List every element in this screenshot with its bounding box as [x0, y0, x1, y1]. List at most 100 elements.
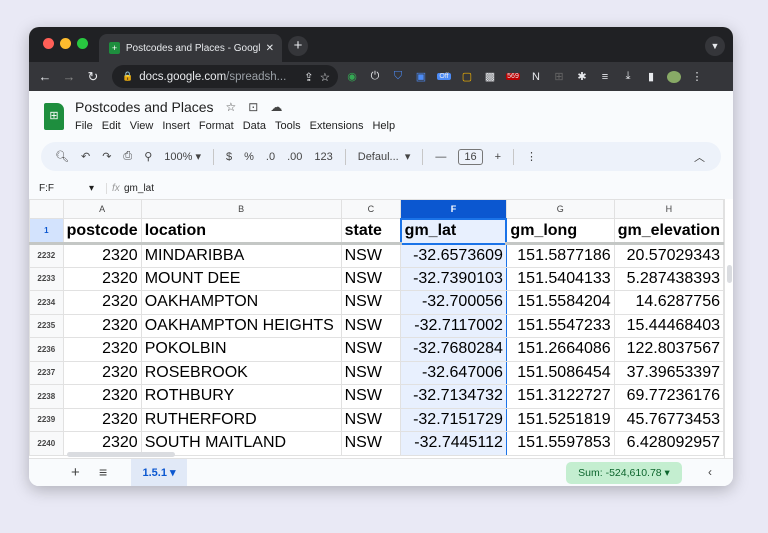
cell-postcode[interactable]: 2320 — [62, 313, 142, 338]
close-tab-icon[interactable]: ✕ — [266, 43, 274, 54]
row-header[interactable]: 2237 — [29, 360, 64, 385]
cell-state[interactable]: NSW — [340, 337, 402, 362]
scrollbar-thumb[interactable] — [67, 452, 175, 457]
percent-format-button[interactable]: % — [244, 151, 254, 163]
cell-location[interactable]: ROTHBURY — [140, 384, 342, 409]
maximize-window-button[interactable] — [77, 38, 88, 49]
search-icon[interactable]: 🔍︎ — [55, 150, 69, 163]
cell-postcode[interactable]: 2320 — [62, 337, 142, 362]
side-panel-icon[interactable]: ▮ — [644, 70, 658, 83]
zoom-select[interactable]: 100% ▾ — [164, 150, 201, 163]
star-icon[interactable]: ☆ — [226, 100, 237, 114]
cell-gm-lat[interactable]: -32.7117002 — [400, 313, 507, 338]
font-size-input[interactable]: 16 — [458, 148, 483, 165]
cell-postcode[interactable]: 2320 — [62, 407, 142, 432]
menu-extensions[interactable]: Extensions — [310, 120, 364, 132]
cell-gm-long[interactable]: 151.5877186 — [505, 243, 615, 268]
more-formats-button[interactable]: 123 — [314, 151, 332, 163]
share-icon[interactable]: ⇪ — [304, 70, 314, 84]
cell-gm-long[interactable]: 151.3122727 — [505, 384, 615, 409]
cell-postcode[interactable]: 2320 — [62, 360, 142, 385]
cell-gm-lat[interactable]: -32.700056 — [400, 290, 507, 315]
column-header-f[interactable]: F — [400, 199, 507, 219]
sync-extension-icon[interactable]: ◉ — [345, 70, 359, 83]
tab-search-button[interactable]: ▼ — [705, 36, 725, 56]
cell-state[interactable]: NSW — [340, 407, 402, 432]
bitwarden-extension-icon[interactable]: ⛉ — [391, 70, 405, 83]
cell-gm-lat[interactable]: -32.7134732 — [400, 384, 507, 409]
side-panel-toggle-icon[interactable]: ‹ — [708, 465, 712, 479]
cell-state[interactable]: NSW — [340, 266, 402, 291]
row-header[interactable]: 2238 — [29, 384, 64, 409]
back-icon[interactable]: ← — [33, 69, 57, 84]
row-header[interactable]: 2239 — [29, 407, 64, 432]
column-header-h[interactable]: H — [613, 199, 724, 219]
cell-state[interactable]: NSW — [340, 313, 402, 338]
reload-icon[interactable]: ↻ — [81, 69, 105, 85]
more-options-icon[interactable]: ⋮ — [526, 150, 537, 163]
cell-location[interactable]: ROSEBROOK — [140, 360, 342, 385]
sheet-tab-1-5-1[interactable]: 1.5.1 ▾ — [131, 459, 187, 486]
close-window-button[interactable] — [43, 38, 54, 49]
cell-gm-elevation[interactable]: 20.57029343 — [613, 243, 724, 268]
browser-menu-icon[interactable]: ⋮ — [690, 70, 704, 83]
all-sheets-button[interactable]: ≡ — [99, 464, 107, 480]
cell-location[interactable]: OAKHAMPTON HEIGHTS — [140, 313, 342, 338]
name-box-dropdown-icon[interactable]: ▾ — [89, 183, 106, 194]
grid-extension-icon[interactable]: ⊞ — [552, 70, 566, 83]
cell-gm-lat[interactable]: -32.6573609 — [400, 243, 507, 268]
cell-location[interactable]: POKOLBIN — [140, 337, 342, 362]
menu-view[interactable]: View — [130, 120, 154, 132]
cell-location[interactable]: MOUNT DEE — [140, 266, 342, 291]
gamepad-extension-icon[interactable]: ▩ — [483, 70, 497, 83]
column-header-c[interactable]: C — [340, 199, 402, 219]
row-header[interactable]: 2236 — [29, 337, 64, 362]
header-cell-state[interactable]: state — [340, 218, 402, 245]
header-cell-gm-elevation[interactable]: gm_elevation — [613, 218, 724, 245]
cell-gm-elevation[interactable]: 69.77236176 — [613, 384, 724, 409]
cell-gm-elevation[interactable]: 45.76773453 — [613, 407, 724, 432]
bookmark-star-icon[interactable]: ☆ — [320, 70, 330, 84]
url-input[interactable]: 🔒 docs.google.com/spreadsh... ⇪ ☆ — [112, 65, 338, 88]
cell-gm-lat[interactable]: -32.7680284 — [400, 337, 507, 362]
cell-gm-elevation[interactable]: 122.8037567 — [613, 337, 724, 362]
new-tab-button[interactable]: + — [288, 36, 308, 56]
sum-indicator[interactable]: Sum: -524,610.78 ▾ — [566, 462, 682, 484]
power-extension-icon[interactable]: ⏻ — [368, 70, 382, 83]
currency-format-button[interactable]: $ — [226, 151, 232, 163]
decrease-font-size-button[interactable]: — — [435, 151, 446, 163]
column-header-b[interactable]: B — [140, 199, 342, 219]
download-icon[interactable]: ⤓ — [621, 70, 635, 83]
header-cell-gm-lat[interactable]: gm_lat — [399, 217, 508, 245]
decrease-decimal-button[interactable]: .0 — [266, 151, 275, 163]
reading-list-icon[interactable]: ≡ — [598, 71, 612, 83]
row-header[interactable]: 1 — [29, 218, 64, 245]
header-cell-location[interactable]: location — [140, 218, 342, 245]
header-cell-postcode[interactable]: postcode — [62, 218, 142, 245]
cell-gm-elevation[interactable]: 5.287438393 — [613, 266, 724, 291]
menu-tools[interactable]: Tools — [275, 120, 301, 132]
cell-gm-long[interactable]: 151.5547233 — [505, 313, 615, 338]
cell-gm-long[interactable]: 151.5251819 — [505, 407, 615, 432]
add-sheet-button[interactable]: + — [71, 464, 80, 481]
menu-data[interactable]: Data — [243, 120, 266, 132]
cell-location[interactable]: OAKHAMPTON — [140, 290, 342, 315]
row-header[interactable]: 2233 — [29, 266, 64, 291]
minimize-window-button[interactable] — [60, 38, 71, 49]
cell-location[interactable]: RUTHERFORD — [140, 407, 342, 432]
cell-gm-lat[interactable]: -32.647006 — [400, 360, 507, 385]
header-cell-gm-long[interactable]: gm_long — [505, 218, 615, 245]
off-extension-icon[interactable]: Off — [437, 73, 451, 80]
notion-extension-icon[interactable]: N — [529, 71, 543, 83]
forward-icon[interactable]: → — [57, 69, 81, 84]
cloud-status-icon[interactable]: ☁ — [270, 100, 282, 114]
redo-icon[interactable]: ↷ — [102, 150, 111, 163]
menu-format[interactable]: Format — [199, 120, 234, 132]
scrollbar-thumb[interactable] — [727, 265, 732, 283]
formula-input[interactable]: gm_lat — [124, 183, 154, 194]
undo-icon[interactable]: ↶ — [81, 150, 90, 163]
column-header-g[interactable]: G — [505, 199, 615, 219]
font-select[interactable]: Defaul... ▾ — [358, 150, 411, 163]
doc-title[interactable]: Postcodes and Places — [75, 99, 214, 115]
browser-tab[interactable]: + Postcodes and Places - Google ✕ — [99, 34, 282, 62]
